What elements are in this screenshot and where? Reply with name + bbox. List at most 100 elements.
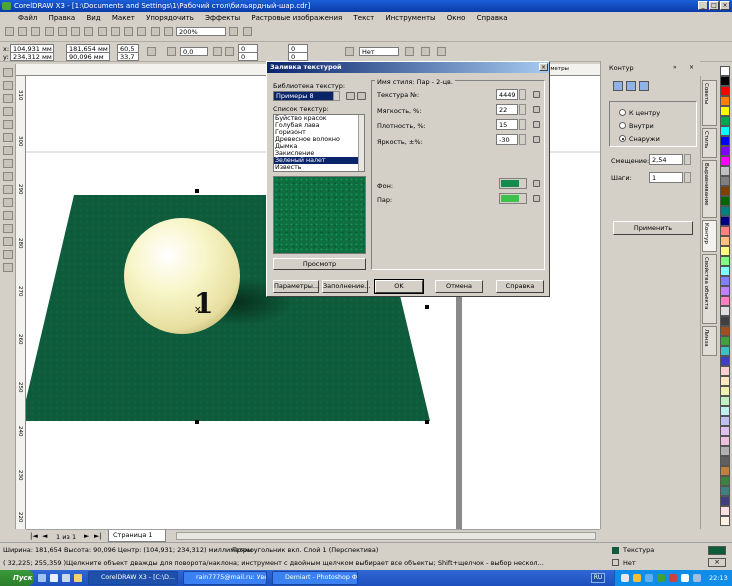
fill-tool-icon[interactable]: [3, 250, 13, 259]
zoom-level-select[interactable]: 200%: [176, 27, 227, 36]
billiard-ball[interactable]: [124, 218, 240, 334]
radio-to-center[interactable]: [619, 109, 626, 116]
crop-tool-icon[interactable]: [3, 94, 13, 103]
horizontal-scrollbar[interactable]: [176, 532, 596, 540]
export-icon[interactable]: [137, 27, 147, 36]
palette-swatch[interactable]: [720, 136, 730, 146]
list-item[interactable]: Голубая лава: [274, 122, 364, 129]
palette-swatch[interactable]: [720, 346, 730, 356]
lock-icon[interactable]: [533, 121, 540, 128]
quicklaunch-icon[interactable]: [50, 574, 58, 582]
palette-swatch[interactable]: [720, 446, 730, 456]
save-icon[interactable]: [31, 27, 41, 36]
selection-handle[interactable]: [195, 189, 199, 193]
language-indicator[interactable]: RU: [591, 573, 605, 583]
angle-field[interactable]: 0,0: [180, 47, 208, 56]
lock-icon[interactable]: [533, 91, 540, 98]
palette-swatch[interactable]: [720, 406, 730, 416]
snap-icon[interactable]: [242, 27, 252, 36]
palette-swatch[interactable]: [720, 296, 730, 306]
fill-swatch[interactable]: [708, 546, 726, 555]
palette-swatch[interactable]: [720, 416, 730, 426]
inside-mode-icon[interactable]: [626, 81, 636, 91]
list-item-selected[interactable]: Зеленый налет: [274, 157, 364, 164]
palette-swatch[interactable]: [720, 426, 730, 436]
to-front-icon[interactable]: [405, 47, 414, 56]
outline-pen-icon[interactable]: [345, 47, 354, 56]
tab-hints[interactable]: Советы: [702, 80, 717, 126]
palette-swatch[interactable]: [720, 496, 730, 506]
menu-edit[interactable]: Правка: [49, 14, 76, 22]
paste-icon[interactable]: [84, 27, 94, 36]
background-color-picker[interactable]: [499, 178, 527, 189]
palette-swatch[interactable]: [720, 76, 730, 86]
palette-swatch[interactable]: [720, 516, 730, 526]
menu-window[interactable]: Окно: [447, 14, 466, 22]
dialog-close-icon[interactable]: ×: [539, 63, 548, 71]
offset-stepper[interactable]: [684, 154, 691, 165]
steps-stepper[interactable]: [684, 172, 691, 183]
menu-arrange[interactable]: Упорядочить: [146, 14, 194, 22]
tray-icon[interactable]: [633, 574, 641, 582]
cancel-button[interactable]: Отмена: [435, 280, 483, 293]
task-coreldraw[interactable]: CorelDRAW X3 - [C:\D...: [88, 571, 178, 585]
density-field[interactable]: 15: [496, 119, 518, 130]
lock-icon[interactable]: [533, 106, 540, 113]
palette-swatch[interactable]: [720, 146, 730, 156]
y-position-field[interactable]: 234,312 мм: [10, 52, 54, 61]
palette-swatch[interactable]: [720, 116, 730, 126]
palette-swatch[interactable]: [720, 276, 730, 286]
tab-align[interactable]: Выравнивание: [702, 160, 717, 218]
no-outline-swatch[interactable]: ×: [708, 558, 726, 567]
height-field[interactable]: 90,096 мм: [66, 52, 110, 61]
ellipse-tool-icon[interactable]: [3, 159, 13, 168]
cut-icon[interactable]: [57, 27, 67, 36]
docker-arrow-icon[interactable]: »: [673, 64, 681, 71]
palette-swatch[interactable]: [720, 286, 730, 296]
palette-swatch[interactable]: [720, 396, 730, 406]
eyedropper-tool-icon[interactable]: [3, 224, 13, 233]
texture-number-field[interactable]: 4449: [496, 89, 518, 100]
palette-swatch[interactable]: [720, 356, 730, 366]
ok-button[interactable]: OK: [374, 279, 424, 294]
palette-swatch[interactable]: [720, 266, 730, 276]
new-doc-icon[interactable]: [5, 27, 14, 36]
lock-ratio-icon[interactable]: [147, 47, 156, 56]
page-tab[interactable]: Страница 1: [108, 530, 166, 542]
palette-swatch[interactable]: [720, 256, 730, 266]
list-item[interactable]: Буйство красок: [274, 115, 364, 122]
undo-icon[interactable]: [97, 27, 107, 36]
task-demiart[interactable]: Demiart - Photoshop Фо...: [272, 571, 358, 585]
scale-y-field[interactable]: 33,7: [117, 52, 139, 61]
corel-online-icon[interactable]: [163, 27, 173, 36]
docker-close-icon[interactable]: ×: [689, 64, 697, 71]
start-button[interactable]: Пуск: [0, 570, 34, 586]
tray-icon[interactable]: [645, 574, 653, 582]
to-back-icon[interactable]: [421, 47, 430, 56]
nudge-field-2b[interactable]: 0: [288, 52, 308, 61]
palette-swatch[interactable]: [720, 236, 730, 246]
mirror-v-icon[interactable]: [225, 47, 234, 56]
copy-icon[interactable]: [71, 27, 81, 36]
tab-contour[interactable]: Контур: [702, 220, 717, 252]
library-dropdown-icon[interactable]: [333, 91, 340, 101]
brightness-field[interactable]: -30: [496, 134, 518, 145]
palette-swatch[interactable]: [720, 66, 730, 76]
palette-swatch[interactable]: [720, 96, 730, 106]
lock-icon[interactable]: [533, 195, 540, 202]
selection-handle[interactable]: [195, 420, 199, 424]
text-tool-icon[interactable]: [3, 198, 13, 207]
palette-swatch[interactable]: [720, 156, 730, 166]
palette-swatch[interactable]: [720, 326, 730, 336]
convert-curves-icon[interactable]: [437, 47, 446, 56]
add-library-icon[interactable]: [346, 92, 355, 100]
next-page-icon[interactable]: ►: [84, 532, 89, 540]
prev-page-icon[interactable]: ◄: [42, 532, 47, 540]
maximize-icon[interactable]: □: [709, 1, 719, 10]
nudge-field-1b[interactable]: 0: [238, 52, 258, 61]
radio-inside[interactable]: [619, 122, 626, 129]
list-item[interactable]: Известь: [274, 164, 364, 171]
interactive-blend-tool-icon[interactable]: [3, 211, 13, 220]
polygon-tool-icon[interactable]: [3, 172, 13, 181]
palette-swatch[interactable]: [720, 166, 730, 176]
